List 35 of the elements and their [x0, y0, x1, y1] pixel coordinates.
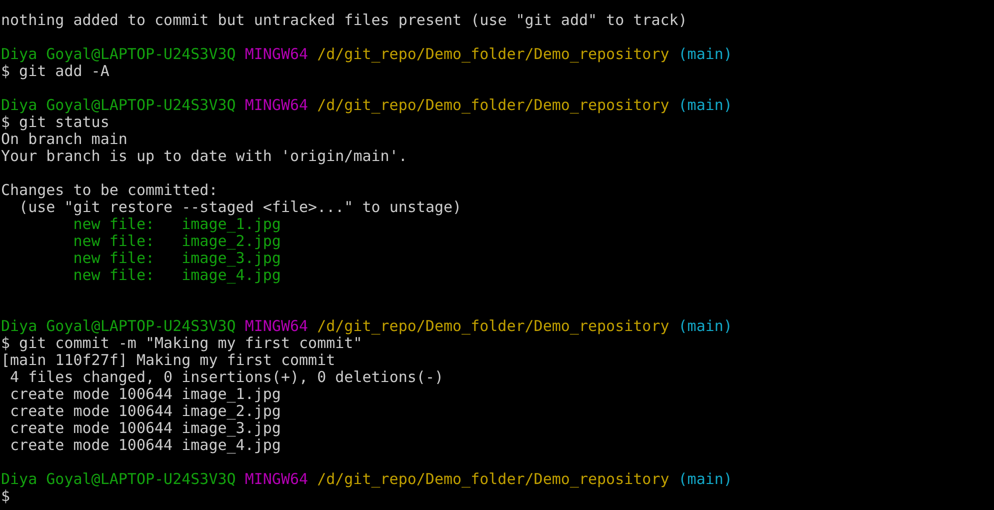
- prompt-path: /d/git_repo/Demo_folder/Demo_repository: [317, 318, 670, 335]
- output-text: create mode 100644 image_4.jpg: [9, 437, 281, 454]
- command-text: $ git commit -m "Making my first commit": [1, 335, 362, 352]
- output-text: [main 110f27f] Making my first commit: [1, 352, 336, 369]
- output-text: Changes to be committed:: [1, 182, 218, 199]
- command-text: $: [1, 488, 10, 505]
- prompt-user: Diya Goyal@LAPTOP-U24S3V3Q: [1, 318, 236, 335]
- output-text: create mode 100644 image_1.jpg: [9, 386, 281, 403]
- prompt-shell: MINGW64: [244, 318, 308, 335]
- output-text: On branch main: [1, 131, 128, 148]
- prompt-branch: (main): [678, 318, 732, 335]
- prompt-path: /d/git_repo/Demo_folder/Demo_repository: [317, 471, 670, 488]
- output-text: Your branch is up to date with 'origin/main'.: [1, 148, 408, 165]
- prompt-shell: MINGW64: [244, 471, 308, 488]
- output-text: create mode 100644 image_3.jpg: [9, 420, 281, 437]
- staged-file-text: new file: image_2.jpg: [72, 233, 281, 250]
- staged-file-text: new file: image_4.jpg: [72, 267, 281, 284]
- prompt-path: /d/git_repo/Demo_folder/Demo_repository: [317, 46, 670, 63]
- prompt-user: Diya Goyal@LAPTOP-U24S3V3Q: [1, 471, 236, 488]
- output-text: create mode 100644 image_2.jpg: [9, 403, 281, 420]
- prompt-path: /d/git_repo/Demo_folder/Demo_repository: [317, 97, 670, 114]
- prompt-shell: MINGW64: [244, 97, 308, 114]
- command-text: $ git status: [1, 114, 110, 131]
- prompt-user: Diya Goyal@LAPTOP-U24S3V3Q: [1, 46, 236, 63]
- command-text: $ git add -A: [1, 63, 110, 80]
- staged-file-text: new file: image_3.jpg: [72, 250, 281, 267]
- prompt-shell: MINGW64: [244, 46, 308, 63]
- staged-file-text: new file: image_1.jpg: [73, 216, 281, 233]
- output-text: nothing added to commit but untracked files present (use "git add" to track): [1, 12, 688, 29]
- prompt-user: Diya Goyal@LAPTOP-U24S3V3Q: [1, 97, 236, 114]
- prompt-branch: (main): [678, 46, 732, 63]
- prompt-branch: (main): [678, 471, 732, 488]
- output-text: (use "git restore --staged <file>..." to unstage): [19, 199, 462, 216]
- output-text: 4 files changed, 0 insertions(+), 0 deletions(-): [9, 369, 444, 386]
- prompt-branch: (main): [678, 97, 732, 114]
